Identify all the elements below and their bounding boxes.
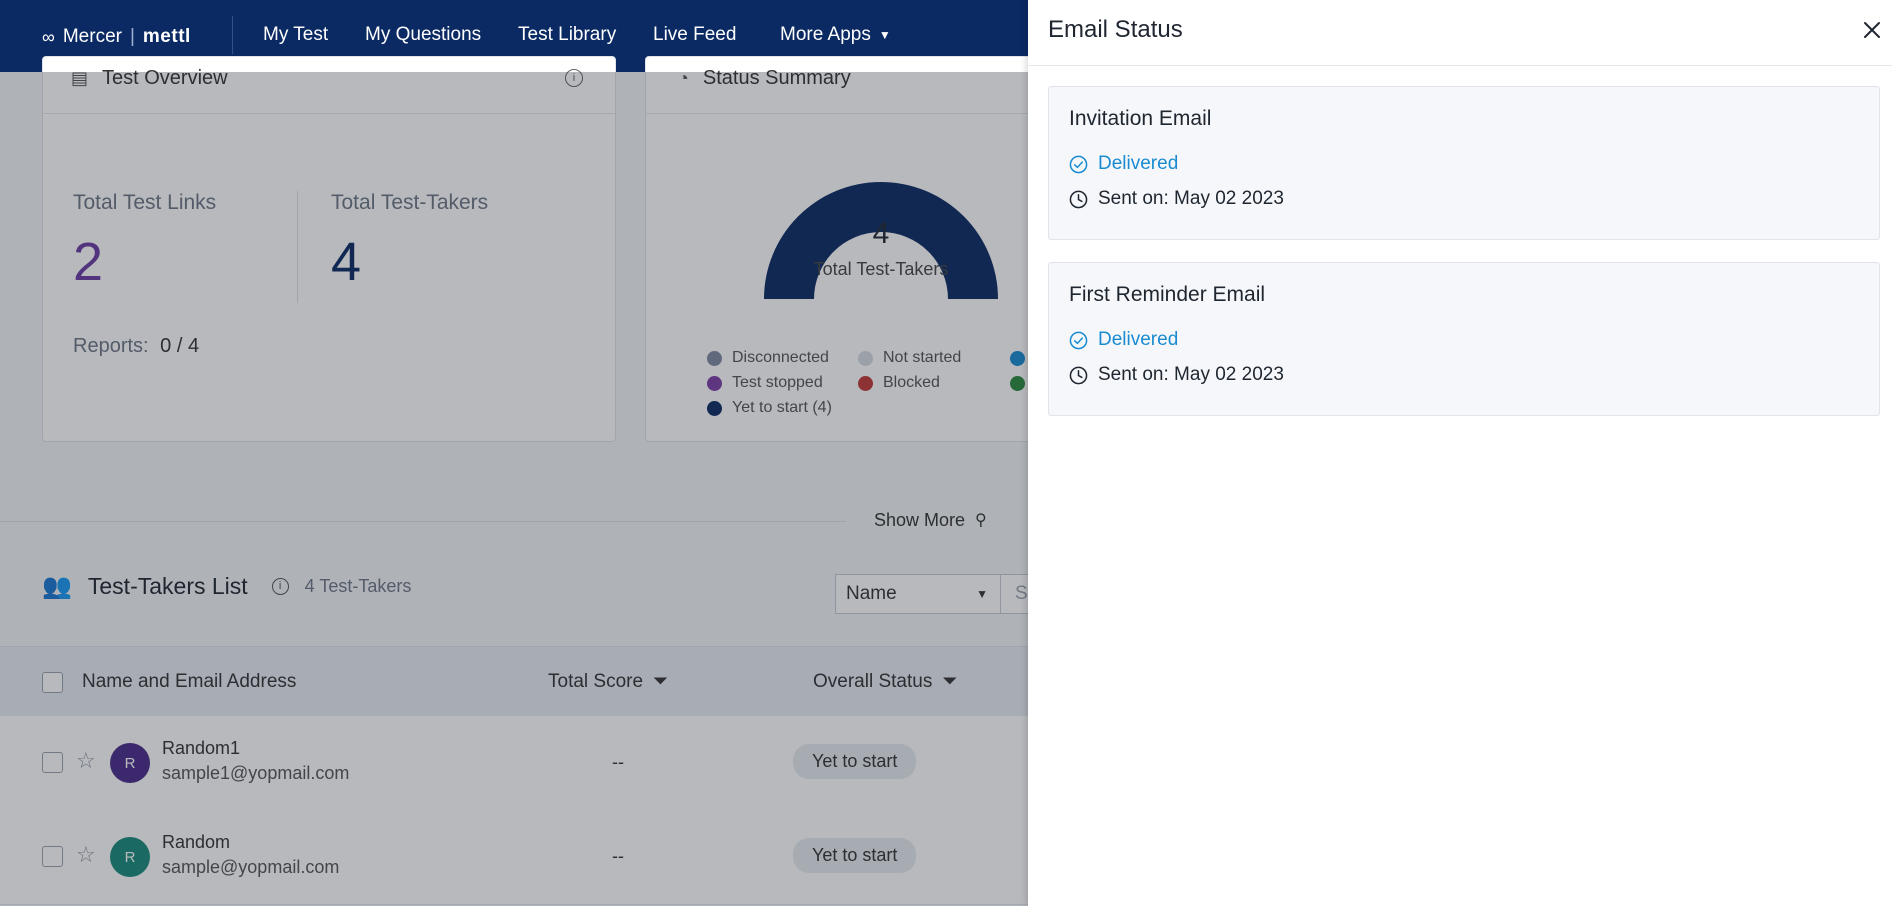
email-card-title: Invitation Email — [1069, 107, 1212, 130]
logo-separator: | — [129, 26, 135, 47]
email-sent-label: Sent on: May 02 2023 — [1098, 364, 1284, 385]
check-circle-icon — [1069, 331, 1088, 349]
nav-my-questions[interactable]: My Questions — [365, 24, 481, 46]
mercer-mettl-logo[interactable]: ∞ Mercer | mettl — [42, 26, 191, 48]
close-icon[interactable] — [1860, 18, 1884, 42]
drawer-header: Email Status — [1028, 0, 1892, 66]
nav-divider — [232, 16, 233, 54]
nav-live-feed[interactable]: Live Feed — [653, 24, 736, 46]
logo-sub: mettl — [142, 26, 191, 47]
logo-mark-icon: ∞ — [42, 26, 55, 47]
caret-down-icon: ▼ — [878, 28, 891, 42]
invitation-email-card: Invitation Email Delivered Sent on: May … — [1048, 86, 1880, 240]
nav-test-library[interactable]: Test Library — [518, 24, 616, 46]
email-card-title: First Reminder Email — [1069, 283, 1266, 306]
email-delivery-status: Delivered — [1069, 329, 1178, 351]
first-reminder-email-card: First Reminder Email Delivered Sent on: … — [1048, 262, 1880, 416]
email-status-label: Delivered — [1098, 153, 1179, 174]
modal-backdrop[interactable] — [0, 72, 1028, 906]
nav-my-test[interactable]: My Test — [263, 24, 328, 46]
clock-icon — [1069, 190, 1088, 208]
email-status-drawer: Email Status Invitation Email Delivered … — [1028, 0, 1892, 906]
drawer-title: Email Status — [1048, 16, 1183, 43]
email-sent-date: Sent on: May 02 2023 — [1069, 364, 1284, 386]
check-circle-icon — [1069, 155, 1088, 173]
email-sent-label: Sent on: May 02 2023 — [1098, 188, 1284, 209]
email-status-label: Delivered — [1098, 329, 1179, 350]
logo-brand: Mercer — [62, 26, 122, 47]
nav-more-apps[interactable]: More Apps ▼ — [780, 24, 891, 46]
email-delivery-status: Delivered — [1069, 153, 1178, 175]
nav-more-apps-label: More Apps — [780, 24, 871, 45]
clock-icon — [1069, 366, 1088, 384]
email-sent-date: Sent on: May 02 2023 — [1069, 188, 1284, 210]
